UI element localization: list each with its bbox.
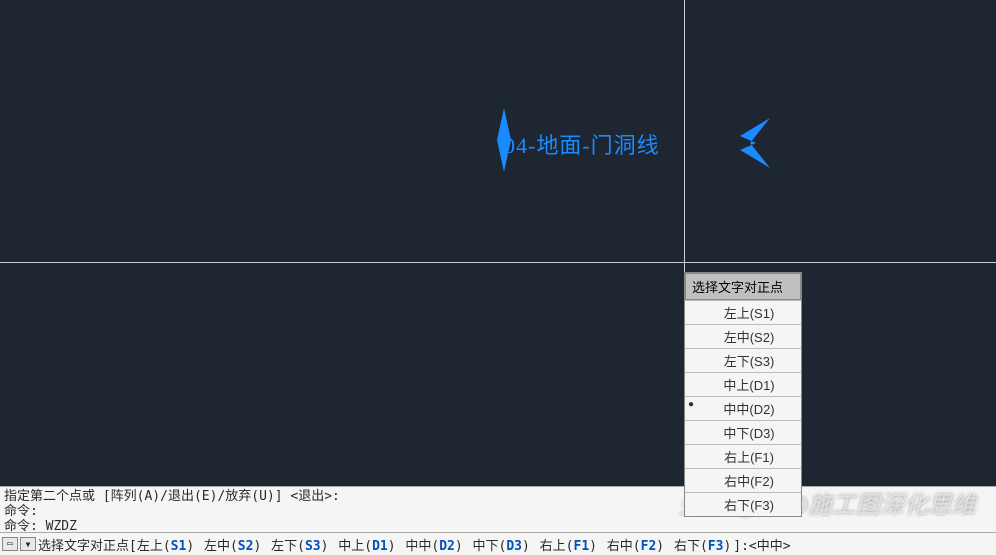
cmd-option[interactable]: 中下(D3) xyxy=(465,539,532,554)
drawing-canvas[interactable]: 04-地面-门洞线 选择文字对正点 左上(S1)左中(S2)左下(S3)中上(D… xyxy=(0,0,996,486)
popup-item[interactable]: 中下(D3) xyxy=(685,420,801,444)
crosshair-horizontal xyxy=(0,262,996,263)
popup-item[interactable]: 中上(D1) xyxy=(685,372,801,396)
cmd-prefix: 选择文字对正点[ xyxy=(38,535,137,554)
cmd-option[interactable]: 左下(S3) xyxy=(263,539,330,554)
popup-item[interactable]: 左上(S1) xyxy=(685,300,801,324)
cmd-option[interactable]: 左上(S1) xyxy=(137,539,196,554)
popup-item[interactable]: 右中(F2) xyxy=(685,468,801,492)
cmd-option[interactable]: 右下(F3) xyxy=(666,539,733,554)
command-dropdown-icon[interactable]: ▼ xyxy=(20,537,36,551)
popup-item[interactable]: 左下(S3) xyxy=(685,348,801,372)
cmd-suffix: ]:<中中> xyxy=(733,535,790,554)
cmd-option[interactable]: 中中(D2) xyxy=(398,539,465,554)
cmd-option[interactable]: 中上(D1) xyxy=(330,539,397,554)
cmd-option[interactable]: 左中(S2) xyxy=(196,539,263,554)
popup-item[interactable]: 右上(F1) xyxy=(685,444,801,468)
drawing-text-label[interactable]: 04-地面-门洞线 xyxy=(504,128,660,160)
popup-title: 选择文字对正点 xyxy=(685,273,801,300)
popup-item[interactable]: 中中(D2) xyxy=(685,396,801,420)
command-input-line[interactable]: ▭ ▼ 选择文字对正点[ 左上(S1) 左中(S2) 左下(S3) 中上(D1)… xyxy=(0,532,996,555)
cmd-option[interactable]: 右上(F1) xyxy=(532,539,599,554)
cmd-options: 左上(S1) 左中(S2) 左下(S3) 中上(D1) 中中(D2) 中下(D3… xyxy=(137,535,733,554)
popup-item[interactable]: 右下(F3) xyxy=(685,492,801,516)
cmd-option[interactable]: 右中(F2) xyxy=(599,539,666,554)
anchor-arrow-right-icon xyxy=(732,118,770,168)
text-justify-popup: 选择文字对正点 左上(S1)左中(S2)左下(S3)中上(D1)中中(D2)中下… xyxy=(684,272,802,517)
command-box-icon[interactable]: ▭ xyxy=(2,537,18,551)
popup-item[interactable]: 左中(S2) xyxy=(685,324,801,348)
